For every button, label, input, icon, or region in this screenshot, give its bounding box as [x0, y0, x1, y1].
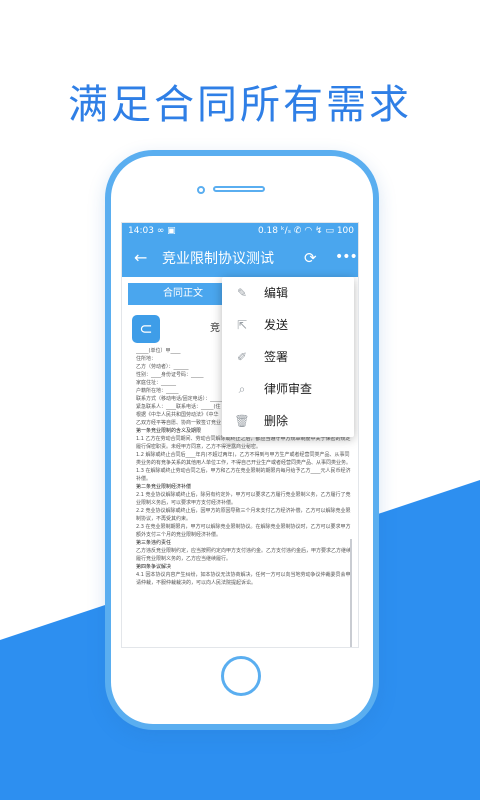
- headline: 满足合同所有需求: [68, 82, 412, 128]
- menu-item-label: 发送: [264, 318, 289, 332]
- status-bar: 14:03 ∞ ▣ 0.18 ᵏ/ₛ ✆ ◠ ↯ ▭ 100: [122, 223, 358, 240]
- document-paragraph: 2.2 竞业协议解除或终止后，因甲方的原因导致三个月未支付乙方经济补偿，乙方可以…: [136, 508, 351, 522]
- menu-item-send[interactable]: ⇱ 发送: [222, 309, 354, 341]
- more-icon[interactable]: •••: [335, 248, 358, 266]
- menu-item-delete[interactable]: 🗑 删除: [222, 405, 354, 437]
- back-arrow-icon[interactable]: ←: [134, 249, 147, 267]
- page-title: 竞业限制协议测试: [162, 251, 274, 267]
- refresh-icon[interactable]: ⟳: [304, 249, 317, 267]
- pen-icon: ✐: [236, 350, 248, 364]
- menu-item-sign[interactable]: ✐ 签署: [222, 341, 354, 373]
- document-paragraph: 4.1 因本协议内容产生纠纷，如本协议无法协商解决，任何一方可以向当地劳动争议仲…: [136, 572, 351, 586]
- document-title: 竞: [210, 323, 220, 334]
- app-bar: ← 竞业限制协议测试 ⟳ •••: [122, 240, 358, 277]
- status-icons-left: ∞ ▣: [156, 226, 176, 236]
- document-paragraph: 2.3 在竞业限制期限内，甲方可以解除竞业限制协议。在解除竞业限制协议时，乙方可…: [136, 524, 351, 538]
- paperclip-icon[interactable]: ⊂: [132, 315, 160, 343]
- phone-speaker: [213, 186, 265, 192]
- menu-item-label: 签署: [264, 350, 289, 364]
- overflow-menu: ✎ 编辑 ⇱ 发送 ✐ 签署 ⌕ 律师审查 🗑 删除: [222, 277, 354, 437]
- document-paragraph: 1.1 乙方在劳动合同期间、劳动合同解除或终止之后，都应当遵守甲方规章制度中关于…: [136, 436, 351, 450]
- document-paragraph: 2.1 竞业协议解除或终止后，除另有约定外，甲方可以要求乙方履行竞业限制义务，乙…: [136, 492, 351, 506]
- document-paragraph: 乙方违反竞业限制约定，应当按照约定向甲方支付违约金。乙方支付违约金后，甲方要求乙…: [136, 548, 352, 562]
- edit-icon: ✎: [236, 286, 248, 300]
- search-icon: ⌕: [238, 382, 246, 396]
- menu-item-lawyer-review[interactable]: ⌕ 律师审查: [222, 373, 354, 405]
- menu-item-label: 编辑: [264, 286, 289, 300]
- home-button: [221, 656, 261, 696]
- status-icons-right: 0.18 ᵏ/ₛ ✆ ◠ ↯ ▭ 100: [257, 226, 354, 236]
- document-heading: 第二条竞业限制经济补偿: [136, 484, 192, 490]
- scrollbar[interactable]: [350, 539, 352, 647]
- menu-item-edit[interactable]: ✎ 编辑: [222, 277, 354, 309]
- share-icon: ⇱: [236, 318, 248, 332]
- trash-icon: 🗑: [234, 414, 250, 428]
- app-screen: 14:03 ∞ ▣ 0.18 ᵏ/ₛ ✆ ◠ ↯ ▭ 100 ← 竞业限制协议测…: [121, 222, 359, 648]
- phone-camera: [197, 186, 205, 194]
- document-paragraph: 1.2 解除或终止合同后____年内(不超过两年)，乙方不得到与甲方生产或者经营…: [136, 452, 352, 466]
- status-time: 14:03: [128, 226, 154, 236]
- document-paragraph: 1.3 在解除或终止劳动合同之后，甲方和乙方在竞业限制的期限内每月给予乙方___…: [136, 468, 351, 482]
- document-heading: 第三条违约责任: [136, 540, 172, 546]
- menu-item-label: 删除: [264, 414, 289, 428]
- document-heading: 第四条争议解决: [136, 564, 172, 570]
- menu-item-label: 律师审查: [264, 382, 313, 396]
